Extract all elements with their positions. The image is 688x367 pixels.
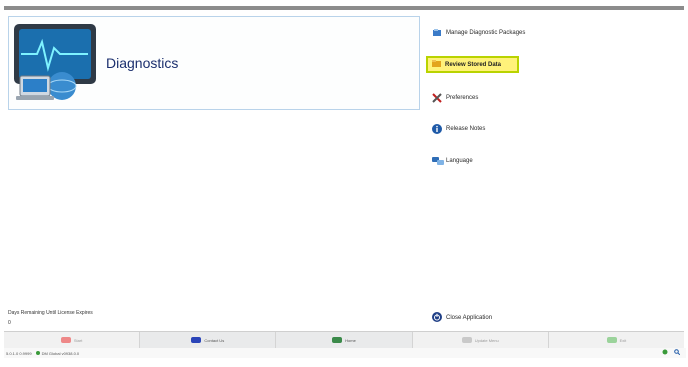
settings-status-icon[interactable] [662, 349, 668, 356]
exit-button[interactable]: Exit [549, 332, 684, 348]
power-icon [432, 312, 442, 324]
menu-item-label: Release Notes [446, 126, 486, 132]
contact-icon [191, 337, 202, 343]
search-icon[interactable] [674, 349, 681, 356]
bottom-navigation: Start Contact Us Home Update Menu Exit [4, 331, 684, 348]
folder-icon [432, 59, 442, 70]
contact-label: Contact Us [204, 337, 225, 343]
status-bar: 5.0.1.0 0.9999 DM Global v0938.0.0 [4, 348, 686, 358]
license-label: Days Remaining Until License Expires [8, 310, 93, 316]
info-icon [432, 124, 442, 134]
menu-item-label: Manage Diagnostic Packages [446, 30, 526, 36]
menu-item-label: Preferences [446, 95, 479, 101]
home-button[interactable]: Home [276, 332, 413, 348]
update-menu-button[interactable]: Update Menu [413, 332, 549, 348]
language-link[interactable]: Language [432, 156, 473, 166]
release-notes-link[interactable]: Release Notes [432, 124, 485, 134]
tools-icon [432, 93, 442, 103]
connection-status-icon [35, 351, 40, 355]
manage-diagnostic-packages-link[interactable]: Manage Diagnostic Packages [432, 28, 525, 38]
exit-label: Exit [619, 337, 627, 343]
close-application-label: Close Application [446, 315, 493, 321]
language-icon [432, 156, 444, 166]
update-label: Update Menu [474, 337, 499, 343]
page-title: Diagnostics [106, 55, 179, 71]
home-label: Home [345, 337, 356, 343]
start-icon [60, 337, 71, 343]
start-button[interactable]: Start [4, 332, 141, 348]
review-stored-data-label: Review Stored Data [445, 61, 502, 68]
update-icon [461, 337, 472, 343]
status-icons [662, 349, 681, 356]
version-text: 5.0.1.0 0.9999 [6, 350, 32, 356]
exit-icon [606, 337, 617, 343]
home-icon [332, 337, 343, 343]
preferences-link[interactable]: Preferences [432, 93, 478, 103]
menu-item-label: Language [446, 158, 473, 164]
diagnostics-logo-icon [12, 20, 102, 106]
connection-text: DM Global v0938.0.0 [41, 350, 80, 356]
contact-us-button[interactable]: Contact Us [140, 332, 277, 348]
package-icon [432, 28, 442, 38]
start-label: Start [73, 337, 83, 343]
close-application-link[interactable]: Close Application [432, 312, 492, 324]
license-days-count: 0 [8, 320, 11, 326]
review-stored-data-button[interactable]: Review Stored Data [426, 56, 519, 73]
